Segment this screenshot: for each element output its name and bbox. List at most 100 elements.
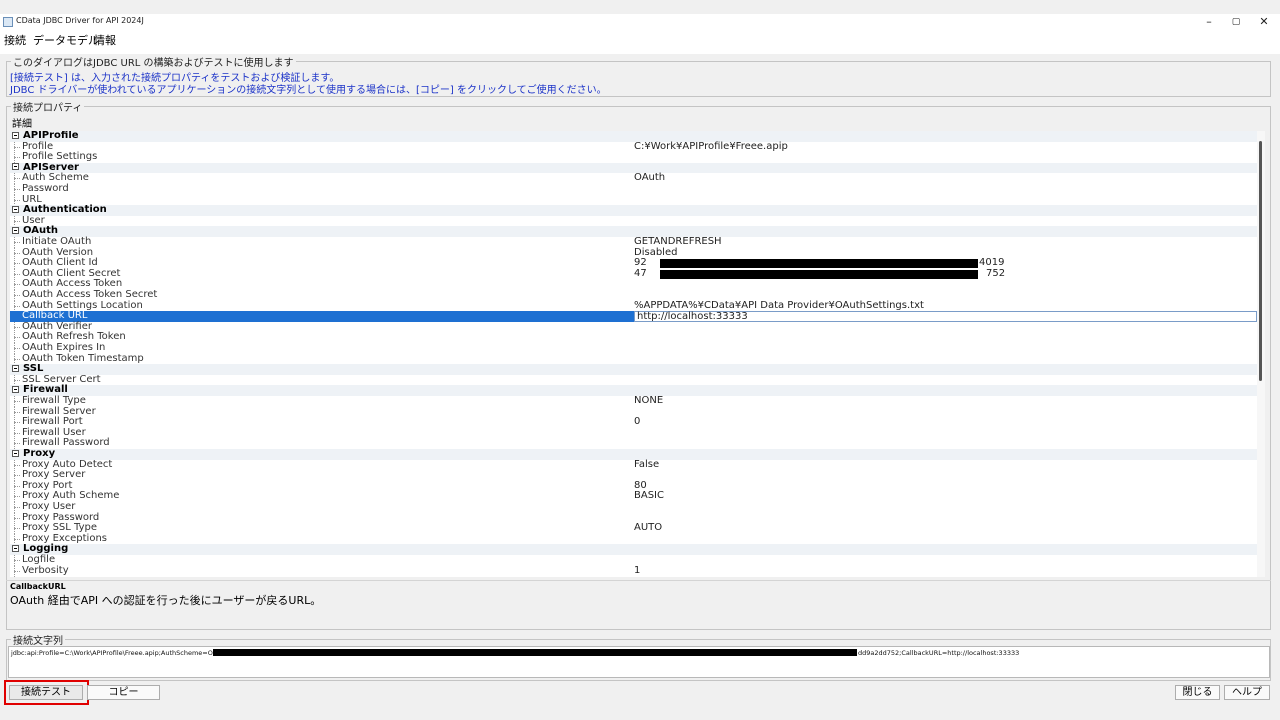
property-value[interactable]: C:¥Work¥APIProfile¥Freee.apip [634,141,788,153]
test-connection-button[interactable]: 接続テスト [9,685,83,700]
driver-dialog-window: CData JDBC Driver for API 2024J – ▢ ✕ 接続… [0,0,1280,720]
property-row[interactable]: Profile C:¥Work¥APIProfile¥Freee.apip [10,140,1257,153]
collapse-icon[interactable] [12,385,19,393]
property-value[interactable]: GETANDREFRESH [634,236,722,248]
property-value[interactable]: OAuth [634,173,665,184]
category-row[interactable]: Logging [10,543,1257,555]
property-row[interactable]: Verbosity 1 [10,564,1257,577]
close-icon[interactable]: ✕ [1250,14,1278,30]
property-value[interactable]: BASIC [634,491,664,502]
property-value[interactable]: AUTO [634,523,662,534]
property-label: Profile [22,140,54,152]
property-label: Verbosity [22,564,69,576]
redaction-bar [660,269,978,279]
property-label: Proxy Auto Detect [22,458,113,470]
category-row[interactable]: Proxy [10,448,1257,460]
property-row[interactable]: Firewall Password [10,438,1257,450]
property-label: Password [22,183,69,194]
grid-scroll-thumb[interactable] [1259,141,1262,381]
property-value[interactable]: 0 [634,417,640,428]
property-row[interactable]: User [10,215,1257,227]
property-row[interactable]: Proxy Auth Scheme BASIC [10,490,1257,503]
property-value[interactable]: NONE [634,395,663,407]
property-row[interactable]: OAuth Client Secret 47 752 [10,267,1257,280]
property-row[interactable]: Firewall User [10,427,1257,439]
connection-string-head: jdbc:api:Profile=C:\Work\APIProfile\Free… [11,649,231,657]
property-row[interactable]: Profile Settings [10,151,1257,164]
category-row[interactable]: SSL [10,363,1257,375]
property-label: Firewall Type [22,395,86,406]
property-row[interactable]: Proxy Auto Detect False [10,458,1257,471]
property-label: OAuth Expires In [22,342,106,353]
properties-legend: 接続プロパティ [11,99,85,114]
copy-button[interactable]: コピー [87,685,160,700]
connection-string-field[interactable]: jdbc:api:Profile=C:\Work\APIProfile\Free… [8,646,1270,678]
property-label: OAuth Version [22,246,94,258]
property-row[interactable]: OAuth Token Timestamp [10,352,1257,365]
property-row[interactable]: OAuth Access Token Secret [10,289,1257,301]
help-button[interactable]: ヘルプ [1224,685,1270,700]
category-row[interactable]: Authentication [10,204,1257,216]
property-row[interactable]: Firewall Port 0 [10,416,1257,429]
category-row[interactable]: APIProfile [10,131,1257,142]
collapse-icon[interactable] [12,364,19,372]
property-row[interactable]: Proxy Exceptions [10,533,1257,545]
collapse-icon[interactable] [12,449,19,457]
property-row[interactable]: OAuth Verifier [10,321,1257,333]
property-label: Profile Settings [22,151,98,163]
property-label: Initiate OAuth [22,236,92,247]
menu-bar: 接続 データモデル 情報 [0,30,1280,48]
property-label: Firewall Port [22,416,83,428]
property-label: Proxy Auth Scheme [22,490,120,502]
property-row[interactable]: OAuth Access Token [10,279,1257,291]
category-label: SSL [23,363,44,375]
property-row[interactable]: Initiate OAuth GETANDREFRESH [10,236,1257,248]
property-row[interactable]: OAuth Refresh Token [10,332,1257,344]
property-label: Auth Scheme [22,172,89,184]
property-row[interactable]: Logfile [10,554,1257,566]
grid-scrollbar[interactable] [1257,131,1265,577]
property-value-input[interactable]: http://localhost:33333 [634,311,1257,322]
menu-info[interactable]: 情報 [94,32,116,48]
property-label: SSL Server Cert [22,373,101,385]
property-row[interactable]: OAuth Expires In [10,342,1257,354]
maximize-icon[interactable]: ▢ [1222,14,1250,30]
property-row[interactable]: Password [10,183,1257,195]
collapse-icon[interactable] [12,205,19,213]
property-value[interactable]: 47 [634,268,647,280]
collapse-icon[interactable] [12,226,19,234]
collapse-icon[interactable] [12,163,19,171]
property-value-tail: 752 [986,267,1006,279]
menu-data-model[interactable]: データモデル [33,32,99,48]
redaction-bar [660,259,978,269]
info-legend: このダイアログはJDBC URL の構築およびテストに使用します [11,54,296,69]
property-row[interactable]: Callback URL http://localhost:33333 [10,311,1257,323]
property-label: OAuth Settings Location [22,299,143,311]
property-grid[interactable]: APIProfile Profile C:¥Work¥APIProfile¥Free… [10,131,1265,577]
description-text: OAuth 経由でAPI への認証を行った後にユーザーが戻るURL。 [10,594,322,607]
property-row[interactable]: Auth Scheme OAuth [10,172,1257,185]
property-label: OAuth Token Timestamp [22,352,144,364]
category-label: OAuth [23,225,58,237]
property-value[interactable]: False [634,459,659,471]
property-row[interactable]: Proxy User [10,501,1257,513]
property-row[interactable]: Firewall Type NONE [10,395,1257,407]
close-button[interactable]: 閉じる [1175,685,1220,700]
property-value[interactable]: 1 [634,565,640,577]
menu-connection[interactable]: 接続 [4,32,26,48]
minimize-icon[interactable]: – [1195,14,1223,30]
property-label: Logfile [22,554,56,565]
property-row[interactable]: Proxy SSL Type AUTO [10,523,1257,535]
connection-legend: 接続文字列 [11,632,65,647]
category-label: Logging [23,543,69,555]
app-icon [3,17,13,27]
collapse-icon[interactable] [12,131,19,139]
property-row[interactable]: OAuth Settings Location %APPDATA%¥CData¥A… [10,299,1257,312]
collapse-icon[interactable] [12,544,19,552]
property-row[interactable]: URL [10,194,1257,206]
property-label: Proxy Password [22,511,100,523]
property-label: Proxy Server [22,469,86,481]
property-value[interactable]: %APPDATA%¥CData¥API Data Provider¥OAuthS… [634,300,924,312]
property-row[interactable]: SSL Server Cert [10,373,1257,386]
detail-label: 詳細 [12,119,32,130]
